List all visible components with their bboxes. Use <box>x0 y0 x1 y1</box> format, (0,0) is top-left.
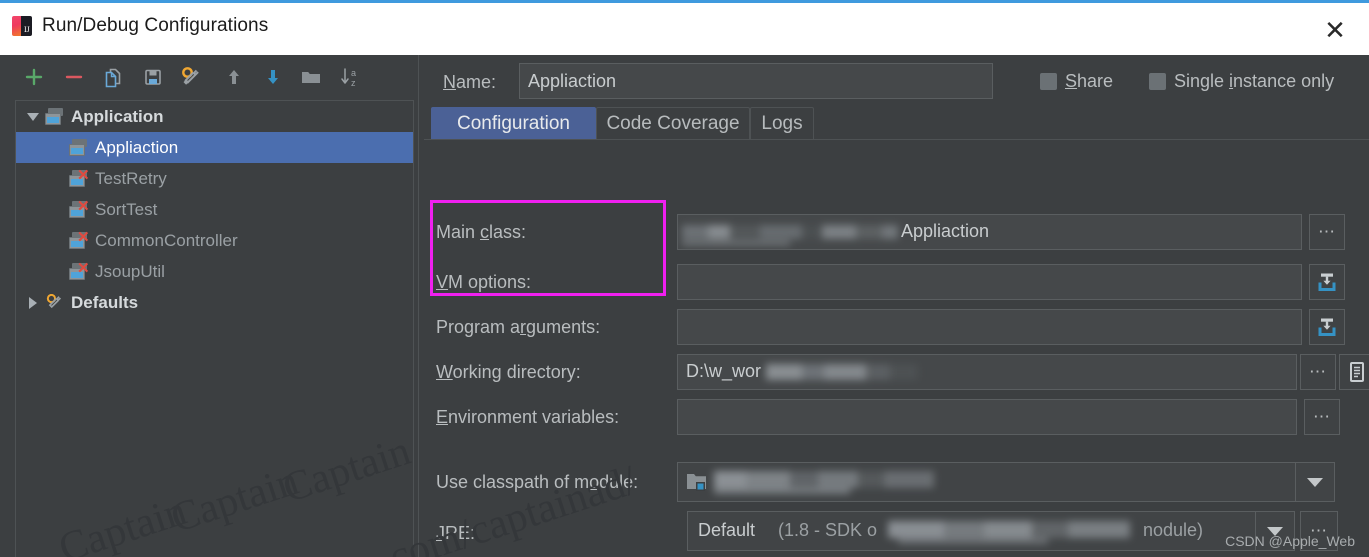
run-debug-configurations-dialog: IJ Run/Debug Configurations ✕ a z Applic… <box>0 0 1369 557</box>
wrench-icon[interactable] <box>178 63 206 91</box>
folder-icon[interactable] <box>297 63 325 91</box>
environment-variables-input[interactable] <box>677 399 1297 435</box>
svg-text:z: z <box>351 78 356 88</box>
working-directory-value: D:\w_wor <box>686 361 762 381</box>
tree-node-appliaction[interactable]: Appliaction <box>16 132 413 163</box>
window-error-icon: ✕ <box>69 199 90 219</box>
jre-value-prefix: (1.8 - SDK o <box>778 520 878 540</box>
ellipsis-icon: ⋯ <box>1313 407 1331 426</box>
wrench-icon <box>45 293 66 312</box>
vm-options-label: VM options: <box>436 272 532 292</box>
tree-node-label: SortTest <box>95 199 158 219</box>
single-instance-checkbox[interactable] <box>1149 73 1166 90</box>
tree-node-jsouputil[interactable]: ✕ JsoupUtil <box>16 256 413 287</box>
tree-node-testretry[interactable]: ✕ TestRetry <box>16 163 413 194</box>
sort-az-icon[interactable]: a z <box>337 63 365 91</box>
window-titlebar: IJ Run/Debug Configurations ✕ <box>0 0 1369 55</box>
module-folder-icon <box>686 471 710 498</box>
tree-node-label: CommonController <box>95 230 238 250</box>
close-icon[interactable]: ✕ <box>1315 11 1355 49</box>
window-error-icon: ✕ <box>69 168 90 188</box>
chevron-down-icon[interactable] <box>21 112 45 121</box>
tab-code-coverage[interactable]: Code Coverage <box>596 107 750 140</box>
tree-node-commoncontroller[interactable]: ✕ CommonController <box>16 225 413 256</box>
tree-node-label: Application <box>71 106 164 126</box>
name-input[interactable]: Appliaction <box>519 63 993 99</box>
working-directory-macros-button[interactable] <box>1339 354 1369 390</box>
window-icon <box>45 107 66 126</box>
main-class-input[interactable]: Appliaction <box>677 214 1302 250</box>
tree-node-defaults[interactable]: Defaults <box>16 287 413 318</box>
main-class-value: Appliaction <box>901 221 990 241</box>
titlebar-left: IJ Run/Debug Configurations <box>12 15 268 37</box>
tree-node-sorttest[interactable]: ✕ SortTest <box>16 194 413 225</box>
ellipsis-icon: ⋯ <box>1318 222 1336 241</box>
chevron-down-icon[interactable] <box>1295 463 1334 501</box>
editor-tabs: Configuration Code Coverage Logs <box>424 107 1369 140</box>
tab-configuration[interactable]: Configuration <box>431 107 596 140</box>
working-directory-input[interactable]: D:\w_wor <box>677 354 1297 390</box>
tree-node-application[interactable]: Application <box>16 101 413 132</box>
configuration-form: Main class: Appliaction ⋯ VM options: Pr… <box>419 140 1369 557</box>
use-classpath-of-module-label: Use classpath of module: <box>436 472 639 492</box>
tree-node-label: TestRetry <box>95 168 167 188</box>
environment-variables-label: Environment variables: <box>436 407 620 427</box>
svg-text:a: a <box>351 68 356 78</box>
configuration-editor-panel: Name: Appliaction Share Single instance … <box>418 55 1369 557</box>
expand-editor-icon <box>1318 318 1336 336</box>
program-arguments-label: Program arguments: <box>436 317 601 337</box>
remove-button[interactable] <box>60 63 88 91</box>
configurations-panel: a z Application Appliaction ✕ TestRetry … <box>0 55 418 557</box>
vm-options-expand-button[interactable] <box>1309 264 1345 300</box>
share-checkbox[interactable] <box>1040 73 1057 90</box>
vm-options-input[interactable] <box>677 264 1302 300</box>
main-class-browse-button[interactable]: ⋯ <box>1309 214 1345 250</box>
use-classpath-of-module-combo[interactable] <box>677 462 1335 502</box>
window-error-icon: ✕ <box>69 230 90 250</box>
main-class-label: Main class: <box>436 222 527 242</box>
tab-logs[interactable]: Logs <box>750 107 814 140</box>
jre-value-suffix: nodule) <box>1143 520 1204 540</box>
configurations-tree[interactable]: Application Appliaction ✕ TestRetry ✕ So… <box>15 100 414 557</box>
move-down-button[interactable] <box>259 63 287 91</box>
share-label: Share <box>1065 71 1114 91</box>
intellij-idea-icon: IJ <box>12 16 32 36</box>
chevron-right-icon[interactable] <box>21 296 45 309</box>
window-icon <box>69 138 90 157</box>
window-error-icon: ✕ <box>69 261 90 281</box>
copy-icon[interactable] <box>99 63 127 91</box>
environment-variables-browse-button[interactable]: ⋯ <box>1304 399 1340 435</box>
add-button[interactable] <box>20 63 48 91</box>
program-arguments-input[interactable] <box>677 309 1302 345</box>
name-row: Name: Appliaction Share Single instance … <box>431 63 1369 101</box>
tree-node-label: Defaults <box>71 292 139 312</box>
dialog-body: a z Application Appliaction ✕ TestRetry … <box>0 55 1369 557</box>
working-directory-label: Working directory: <box>436 362 581 382</box>
window-title: Run/Debug Configurations <box>42 15 269 36</box>
jre-value-default: Default <box>698 520 756 540</box>
jre-label: JRE: <box>436 523 476 543</box>
single-instance-label: Single instance only <box>1174 71 1335 91</box>
jre-combo[interactable]: Default (1.8 - SDK o nodule) <box>687 511 1295 551</box>
move-up-button[interactable] <box>220 63 248 91</box>
ellipsis-icon: ⋯ <box>1309 362 1327 381</box>
tree-node-label: JsoupUtil <box>95 261 165 281</box>
name-label: Name: <box>443 72 497 92</box>
expand-editor-icon <box>1318 273 1336 291</box>
macros-icon <box>1350 362 1364 382</box>
program-arguments-expand-button[interactable] <box>1309 309 1345 345</box>
csdn-credit-watermark: CSDN @Apple_Web <box>1225 533 1355 549</box>
configurations-toolbar: a z <box>0 55 418 100</box>
working-directory-browse-button[interactable]: ⋯ <box>1300 354 1336 390</box>
tree-node-label: Appliaction <box>95 137 179 157</box>
save-icon[interactable] <box>139 63 167 91</box>
